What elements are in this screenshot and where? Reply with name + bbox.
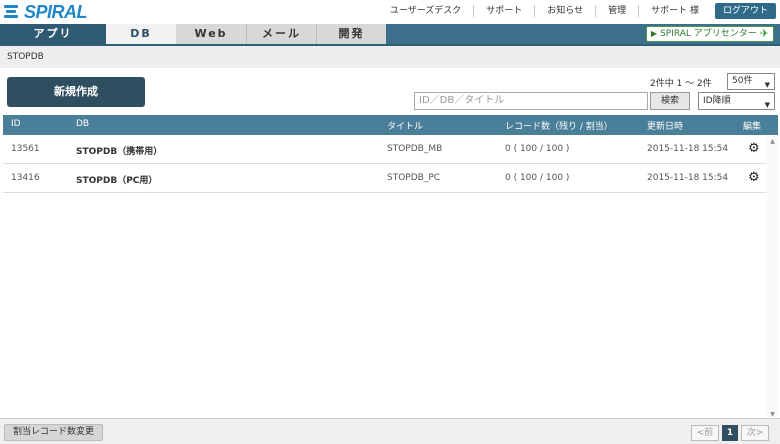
- chevron-down-icon: ▼: [764, 101, 770, 109]
- row-updated: 2015-11-18 15:54: [647, 144, 729, 154]
- prev-page-button[interactable]: <前: [691, 425, 719, 441]
- new-create-button[interactable]: 新規作成: [7, 77, 145, 107]
- search-input[interactable]: ID／DB／タイトル: [414, 92, 648, 110]
- table-row[interactable]: 13561 STOPDB（携帯用） STOPDB_MB 0 ( 100 / 10…: [3, 135, 778, 164]
- row-id: 13561: [11, 144, 40, 154]
- footer-bar: 割当レコード数変更 <前 1 次>: [0, 418, 780, 444]
- column-header-records[interactable]: レコード数（残り / 割当）: [505, 119, 613, 132]
- next-page-button[interactable]: 次>: [741, 425, 769, 441]
- main-nav: アプリ DB Web メール 開発 ▶ SPIRAL アプリセンター ✈: [0, 24, 780, 46]
- tab-mail[interactable]: メール: [246, 24, 316, 44]
- row-db-name[interactable]: STOPDB（PC用）: [76, 173, 157, 186]
- row-title: STOPDB_MB: [387, 144, 443, 154]
- chevron-down-icon: ▼: [764, 81, 770, 89]
- app-center-button[interactable]: ▶ SPIRAL アプリセンター ✈: [645, 26, 774, 42]
- gear-icon[interactable]: ⚙: [748, 142, 760, 155]
- row-records: 0 ( 100 / 100 ): [505, 173, 570, 183]
- header-link-support[interactable]: サポート: [473, 5, 534, 17]
- row-id: 13416: [11, 173, 40, 183]
- sort-select[interactable]: ID降順 ▼: [698, 92, 775, 110]
- logout-button[interactable]: ログアウト: [714, 3, 776, 19]
- tab-dev[interactable]: 開発: [316, 24, 386, 44]
- search-button[interactable]: 検索: [650, 92, 690, 110]
- header-user-name: サポート 様: [638, 5, 711, 17]
- change-quota-button[interactable]: 割当レコード数変更: [4, 424, 104, 441]
- sort-value: ID降順: [703, 96, 731, 106]
- column-header-db[interactable]: DB: [76, 119, 89, 129]
- per-page-select[interactable]: 50件 ▼: [727, 73, 775, 90]
- header-link-users-desk[interactable]: ユーザーズデスク: [378, 5, 473, 17]
- scroll-down-arrow-icon[interactable]: ▼: [767, 411, 778, 418]
- gear-icon[interactable]: ⚙: [748, 171, 760, 184]
- brand-name: SPIRAL: [24, 1, 88, 22]
- header-link-news[interactable]: お知らせ: [534, 5, 595, 17]
- header-links: ユーザーズデスク サポート お知らせ 管理 サポート 様 ログアウト: [378, 3, 776, 19]
- row-title: STOPDB_PC: [387, 173, 441, 183]
- spiral-logo[interactable]: SPIRAL: [4, 1, 88, 22]
- paper-plane-icon: ✈: [759, 27, 769, 40]
- scroll-up-arrow-icon[interactable]: ▲: [767, 138, 778, 145]
- column-header-title[interactable]: タイトル: [387, 119, 423, 132]
- logo-mark-icon: [4, 4, 22, 20]
- header-link-admin[interactable]: 管理: [595, 5, 638, 17]
- breadcrumb: STOPDB: [7, 52, 44, 62]
- scrollbar[interactable]: ▲ ▼: [767, 136, 778, 418]
- top-bar: SPIRAL ユーザーズデスク サポート お知らせ 管理 サポート 様 ログアウ…: [0, 0, 780, 24]
- tab-db[interactable]: DB: [106, 24, 176, 44]
- tab-app[interactable]: アプリ: [0, 24, 106, 44]
- table-header: ID DB タイトル レコード数（残り / 割当） 更新日時 編集: [3, 115, 778, 135]
- current-page[interactable]: 1: [722, 425, 738, 441]
- per-page-value: 50件: [732, 76, 753, 86]
- breadcrumb-bar: STOPDB: [0, 46, 780, 68]
- result-count: 2件中 1 ～ 2件: [650, 79, 712, 89]
- column-header-edit: 編集: [743, 122, 762, 132]
- row-updated: 2015-11-18 15:54: [647, 173, 729, 183]
- row-db-name[interactable]: STOPDB（携帯用）: [76, 144, 162, 157]
- table-row[interactable]: 13416 STOPDB（PC用） STOPDB_PC 0 ( 100 / 10…: [3, 164, 778, 193]
- tab-web[interactable]: Web: [176, 24, 246, 44]
- row-records: 0 ( 100 / 100 ): [505, 144, 570, 154]
- app-center-label: SPIRAL アプリセンター: [660, 29, 757, 39]
- triangle-right-icon: ▶: [650, 29, 658, 38]
- column-header-updated[interactable]: 更新日時: [647, 119, 683, 132]
- column-header-id[interactable]: ID: [11, 119, 21, 129]
